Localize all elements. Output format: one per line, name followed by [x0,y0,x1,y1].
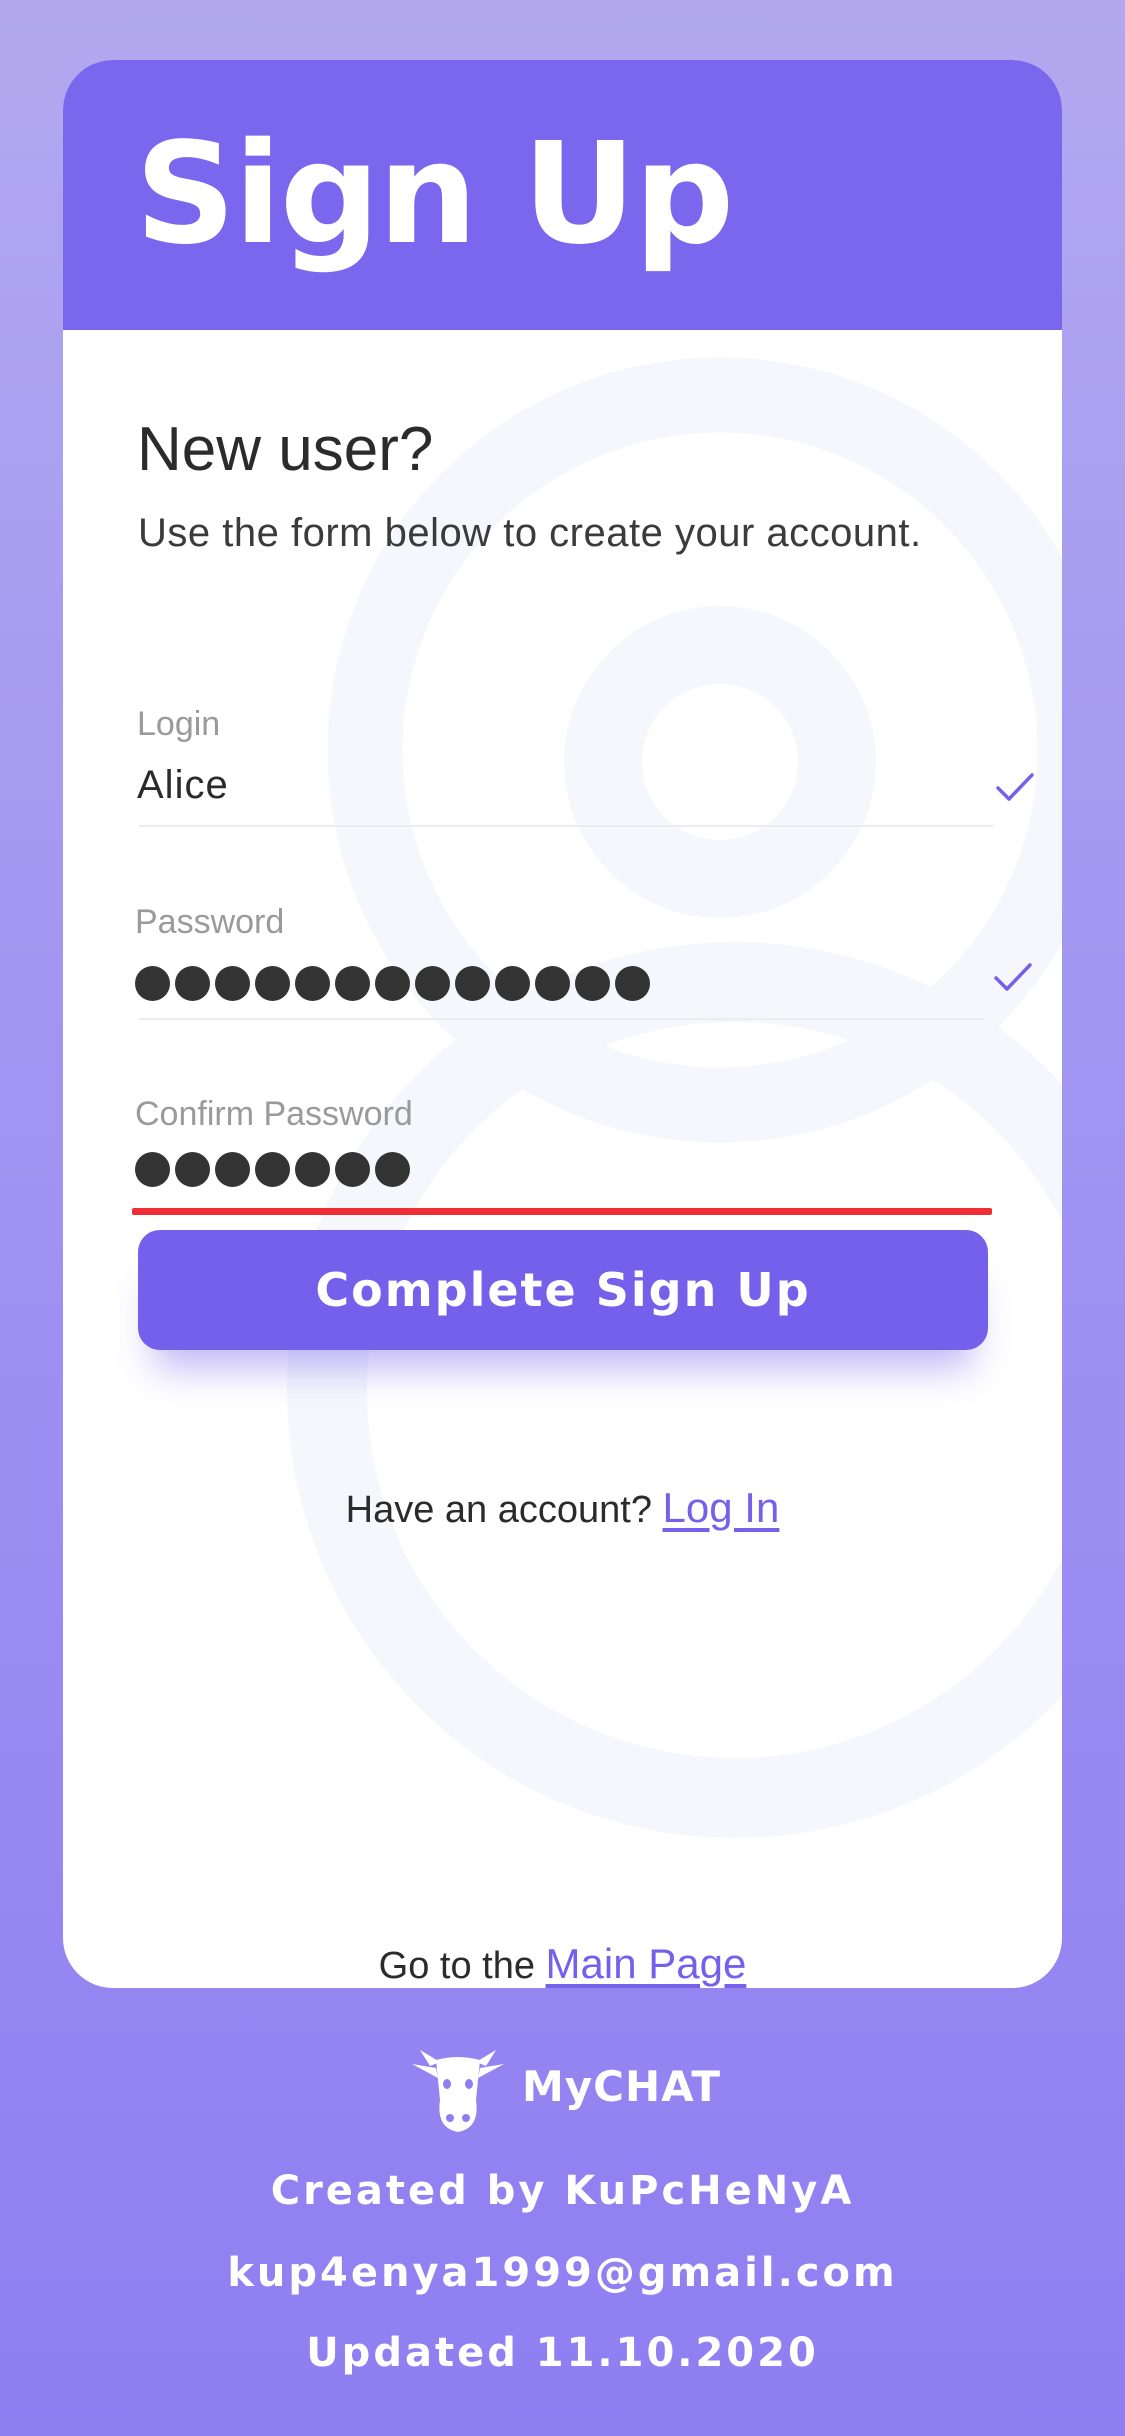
password-dot [135,1152,170,1187]
brand: MyCHAT [410,2040,730,2140]
created-by-text: Created by KuPcHeNyA [270,2168,855,2214]
password-dot [335,966,370,1001]
password-dot [135,966,170,1001]
password-dot [415,966,450,1001]
login-prompt: Have an account? Log In [63,1484,1062,1532]
confirm-password-label: Confirm Password [135,1095,413,1133]
password-label: Password [135,903,285,941]
login-input[interactable]: Alice [137,760,229,810]
password-field[interactable]: Password [135,898,1032,1028]
cow-logo-icon [412,2050,504,2132]
page-title: Sign Up [135,113,734,276]
password-dot [255,966,290,1001]
signup-card: Sign Up New user? Use the form below to … [63,60,1062,1988]
password-dot [495,966,530,1001]
main-page-link[interactable]: Main Page [546,1940,747,1987]
password-dot [535,966,570,1001]
password-dot [375,966,410,1001]
password-dot [615,966,650,1001]
confirm-password-input[interactable] [135,1152,410,1187]
password-dot [295,1152,330,1187]
login-link[interactable]: Log In [663,1484,780,1531]
password-dot [575,966,610,1001]
main-page-prompt-text: Go to the [378,1945,535,1987]
brand-name: MyCHAT [522,2062,722,2111]
login-field[interactable]: Login Alice [135,700,1034,830]
new-user-heading: New user? [137,415,434,484]
password-dot [255,1152,290,1187]
check-icon [994,963,1032,991]
contact-email: kup4enya1999@gmail.com [227,2250,898,2296]
password-dot [335,1152,370,1187]
password-dot [215,966,250,1001]
login-label: Login [137,705,221,743]
confirm-password-error-underline [132,1208,992,1215]
password-dot [215,1152,250,1187]
card-header: Sign Up [63,60,1062,330]
complete-signup-button[interactable]: Complete Sign Up [138,1230,988,1350]
password-dot [375,1152,410,1187]
confirm-password-field[interactable]: Confirm Password [132,1090,993,1220]
login-underline [139,825,993,827]
password-dot [295,966,330,1001]
password-dot [455,966,490,1001]
updated-date: Updated 11.10.2020 [306,2330,819,2376]
password-underline [139,1018,985,1020]
password-dot [175,1152,210,1187]
check-icon [996,773,1034,801]
password-input[interactable] [135,966,650,1001]
main-page-prompt: Go to the Main Page [63,1940,1062,1988]
password-dot [175,966,210,1001]
login-prompt-text: Have an account? [345,1489,652,1531]
form-description: Use the form below to create your accoun… [138,511,922,555]
